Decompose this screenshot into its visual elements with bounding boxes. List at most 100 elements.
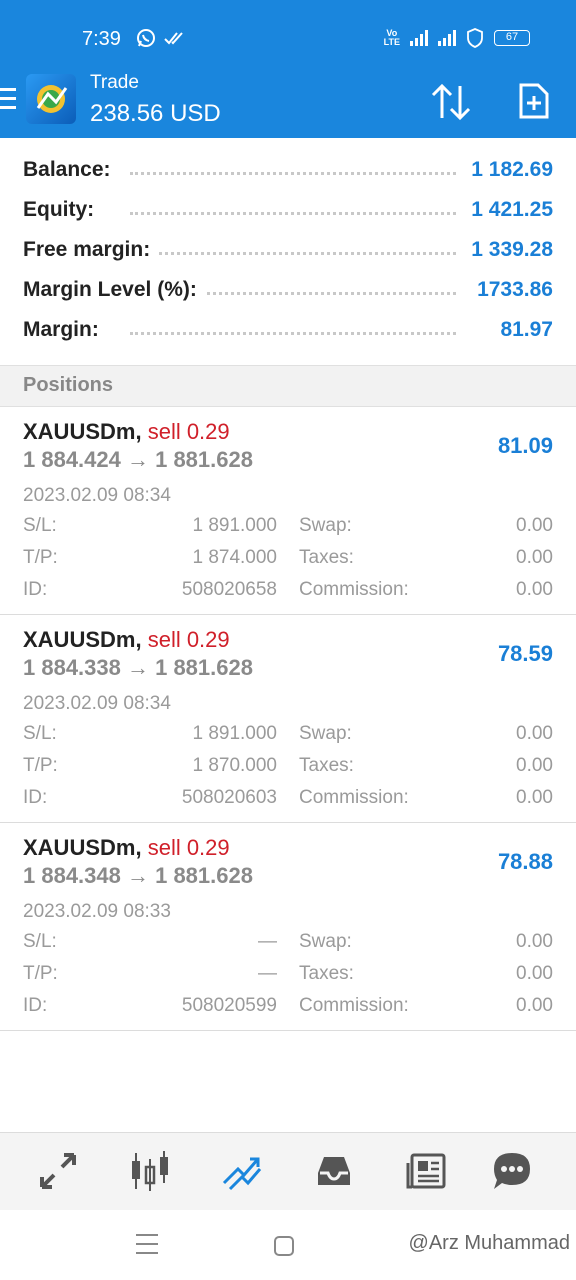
chat-icon[interactable] [490,1149,534,1193]
positions-header: Positions [0,365,576,407]
swap-label: Swap: [299,723,352,744]
id-label: ID: [23,579,48,600]
position-symbol: XAUUSDm, sell 0.29 [23,835,230,861]
position-symbol: XAUUSDm, sell 0.29 [23,627,230,653]
position-tp-taxes-row: T/P: 1 874.000 Taxes: 0.00 [23,547,553,575]
commission-value: 0.00 [516,579,553,600]
position-time: 2023.02.09 08:34 [23,485,171,506]
position-item[interactable]: XAUUSDm, sell 0.29 1 884.338 → 1 881.628… [0,615,576,823]
commission-label: Commission: [299,579,409,600]
position-tp-taxes-row: T/P: — Taxes: 0.00 [23,963,553,991]
taxes-label: Taxes: [299,755,354,776]
tp-value: — [258,963,277,984]
status-time: 7:39 [82,28,121,50]
position-prices: 1 884.338 → 1 881.628 [23,655,253,680]
sl-value: 1 891.000 [192,515,277,536]
trade-icon[interactable] [220,1149,264,1193]
position-item[interactable]: XAUUSDm, sell 0.29 1 884.424 → 1 881.628… [0,407,576,615]
position-id-commission-row: ID: 508020658 Commission: 0.00 [23,579,553,607]
taxes-value: 0.00 [516,547,553,568]
commission-label: Commission: [299,787,409,808]
summary-value: 1 182.69 [463,158,553,182]
summary-label: Margin Level (%): [23,278,205,302]
tp-label: T/P: [23,547,58,568]
id-label: ID: [23,995,48,1016]
whatsapp-icon [137,29,155,47]
section-title: Positions [23,374,114,396]
shield-dollar-icon [467,28,483,48]
position-prices: 1 884.424 → 1 881.628 [23,447,253,472]
position-profit: 78.88 [497,849,553,874]
swap-value: 0.00 [516,515,553,536]
sort-icon[interactable] [430,82,472,122]
swap-value: 0.00 [516,931,553,952]
tp-label: T/P: [23,755,58,776]
summary-label: Margin: [23,318,107,342]
position-prices: 1 884.348 → 1 881.628 [23,863,253,888]
position-symbol: XAUUSDm, sell 0.29 [23,419,230,445]
summary-value: 1 421.25 [463,198,553,222]
taxes-value: 0.00 [516,755,553,776]
header-profit: 238.56 USD [90,100,221,127]
battery-icon: 67 [494,30,530,46]
recent-apps-icon[interactable] [136,1234,158,1256]
status-system-icons: Vo LTE 67 [384,28,530,48]
new-order-icon[interactable] [518,82,550,120]
position-side: sell 0.29 [147,835,230,860]
menu-icon[interactable] [0,88,16,112]
summary-value: 1 339.28 [463,238,553,262]
position-item[interactable]: XAUUSDm, sell 0.29 1 884.348 → 1 881.628… [0,823,576,1031]
position-id-commission-row: ID: 508020599 Commission: 0.00 [23,995,553,1023]
home-icon[interactable] [274,1236,294,1256]
summary-label: Balance: [23,158,119,182]
position-id-commission-row: ID: 508020603 Commission: 0.00 [23,787,553,815]
status-notification-icons [136,28,184,48]
position-time: 2023.02.09 08:34 [23,693,171,714]
dotted-leader [130,212,456,215]
swap-label: Swap: [299,931,352,952]
news-icon[interactable] [404,1149,448,1193]
symbol-text: XAUUSDm, [23,419,142,444]
quotes-icon[interactable] [36,1149,80,1193]
position-side: sell 0.29 [147,627,230,652]
position-profit: 81.09 [497,433,553,458]
id-value: 508020603 [181,787,277,808]
position-sl-swap-row: S/L: 1 891.000 Swap: 0.00 [23,515,553,543]
double-check-icon [164,32,183,45]
sl-value: — [258,931,277,952]
bottom-nav [0,1132,576,1210]
symbol-text: XAUUSDm, [23,835,142,860]
account-summary: Balance: 1 182.69 Equity: 1 421.25 Free … [0,150,576,350]
summary-row-balance: Balance: 1 182.69 [0,150,576,190]
commission-value: 0.00 [516,787,553,808]
sl-label: S/L: [23,515,57,536]
watermark: @Arz Muhammad [408,1232,570,1254]
chart-icon[interactable] [128,1149,172,1193]
taxes-label: Taxes: [299,547,354,568]
position-sl-swap-row: S/L: 1 891.000 Swap: 0.00 [23,723,553,751]
summary-row-margin-level: Margin Level (%): 1733.86 [0,270,576,310]
commission-value: 0.00 [516,995,553,1016]
id-value: 508020658 [181,579,277,600]
dotted-leader [130,252,456,255]
sl-label: S/L: [23,931,57,952]
summary-value: 1733.86 [469,278,553,302]
summary-label: Equity: [23,198,103,222]
signal-icon [410,30,428,46]
app-bar: Trade 238.56 USD [0,70,576,138]
summary-row-margin: Margin: 81.97 [0,310,576,350]
swap-value: 0.00 [516,723,553,744]
history-icon[interactable] [312,1149,356,1193]
tp-label: T/P: [23,963,58,984]
symbol-text: XAUUSDm, [23,627,142,652]
taxes-label: Taxes: [299,963,354,984]
position-sl-swap-row: S/L: — Swap: 0.00 [23,931,553,959]
swap-label: Swap: [299,515,352,536]
position-tp-taxes-row: T/P: 1 870.000 Taxes: 0.00 [23,755,553,783]
dotted-leader [130,172,456,175]
page-title: Trade [90,72,139,93]
taxes-value: 0.00 [516,963,553,984]
summary-value: 81.97 [492,318,553,342]
summary-row-equity: Equity: 1 421.25 [0,190,576,230]
position-side: sell 0.29 [147,419,230,444]
